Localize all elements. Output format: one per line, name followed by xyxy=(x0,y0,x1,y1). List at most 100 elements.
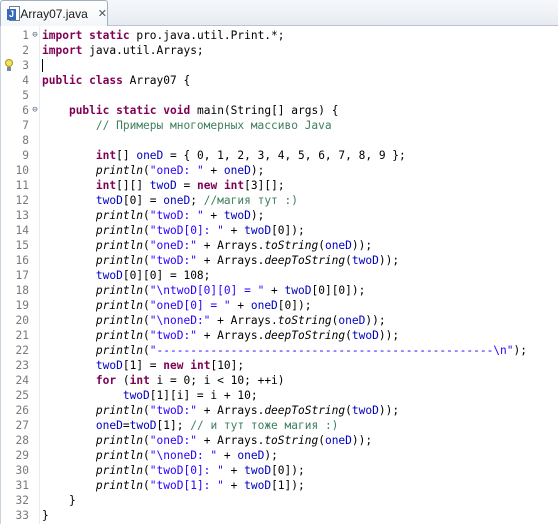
code-line[interactable]: 26 println("twoD:" + Arrays.deepToString… xyxy=(1,403,558,418)
code-text: } xyxy=(42,509,49,522)
code-line[interactable]: 12 twoD[0] = oneD; //магия тут :) xyxy=(1,193,558,208)
code-line[interactable]: 13 println("twoD: " + twoD); xyxy=(1,208,558,223)
code-text: int[] oneD = { 0, 1, 2, 3, 4, 5, 6, 7, 8… xyxy=(95,149,406,162)
editor-tab-bar: J Array07.java ✕ xyxy=(0,0,558,26)
code-text: println("twoD[0]: " + twoD[0]); xyxy=(95,224,305,237)
code-line[interactable]: 10 println("oneD: " + oneD); xyxy=(1,163,558,178)
code-editor[interactable]: 1 ⊖ import static pro.java.util.Print.*; 2 i… xyxy=(0,26,558,524)
code-line[interactable]: 25 twoD[1][i] = i + 10; xyxy=(1,388,558,403)
code-line[interactable]: 31 println("twoD[1]: " + twoD[1]); xyxy=(1,478,558,493)
line-number: 18 xyxy=(15,284,29,297)
code-line[interactable]: 16 println("twoD:" + Arrays.deepToString… xyxy=(1,253,558,268)
code-text: println("twoD:" + Arrays.deepToString(tw… xyxy=(95,254,400,267)
line-number: 4 xyxy=(22,74,29,87)
code-line[interactable]: 9 int[] oneD = { 0, 1, 2, 3, 4, 5, 6, 7,… xyxy=(1,148,558,163)
code-text: // Примеры многомерных массиво Java xyxy=(95,119,332,132)
line-number: 22 xyxy=(15,344,29,357)
line-number: 31 xyxy=(15,479,29,492)
code-line[interactable]: 18 println("\ntwoD[0][0] = " + twoD[0][0… xyxy=(1,283,558,298)
code-text: import java.util.Arrays; xyxy=(42,44,204,57)
code-line[interactable]: 24 for (int i = 0; i < 10; ++i) xyxy=(1,373,558,388)
code-text: public class Array07 { xyxy=(42,74,191,87)
code-line[interactable]: 27 oneD=twoD[1]; // и тут тоже магия :) xyxy=(1,418,558,433)
code-line[interactable]: 6 ⊖ public static void main(String[] args… xyxy=(1,103,558,118)
code-text: twoD[1] = new int[10]; xyxy=(95,359,245,372)
code-text: } xyxy=(42,494,76,507)
code-text: println("twoD[0]: " + twoD[0]); xyxy=(95,464,305,477)
code-line[interactable]: 14 println("twoD[0]: " + twoD[0]); xyxy=(1,223,558,238)
line-number: 1 xyxy=(22,29,29,42)
code-line[interactable]: 11 int[][] twoD = new int[3][]; xyxy=(1,178,558,193)
line-number: 7 xyxy=(22,119,29,132)
code-text: twoD[0][0] = 108; xyxy=(95,269,211,282)
code-text: println("twoD[1]: " + twoD[1]); xyxy=(95,479,305,492)
code-line[interactable]: 20 println("\noneD:" + Arrays.toString(o… xyxy=(1,313,558,328)
code-text: println("twoD:" + Arrays.deepToString(tw… xyxy=(95,404,400,417)
line-number: 9 xyxy=(22,149,29,162)
code-line[interactable]: 17 twoD[0][0] = 108; xyxy=(1,268,558,283)
line-number: 8 xyxy=(22,134,29,147)
line-number: 24 xyxy=(15,374,29,387)
code-line[interactable]: 29 println("\noneD: " + oneD); xyxy=(1,448,558,463)
code-text: import static pro.java.util.Print.*; xyxy=(42,29,285,42)
code-line[interactable]: 19 println("oneD[0] = " + oneD[0]); xyxy=(1,298,558,313)
code-line[interactable]: 30 println("twoD[0]: " + twoD[0]); xyxy=(1,463,558,478)
line-number: 32 xyxy=(15,494,29,507)
line-number: 11 xyxy=(15,179,29,192)
code-line[interactable]: 22 println("----------------------------… xyxy=(1,343,558,358)
code-text: int[][] twoD = new int[3][]; xyxy=(95,179,285,192)
line-number: 33 xyxy=(15,509,29,522)
line-number: 28 xyxy=(15,434,29,447)
tab-title: Array07.java xyxy=(20,6,88,21)
code-line[interactable]: 23 twoD[1] = new int[10]; xyxy=(1,358,558,373)
line-number: 26 xyxy=(15,404,29,417)
code-text: twoD[1][i] = i + 10; xyxy=(122,389,258,402)
code-line[interactable]: 32 } xyxy=(1,493,558,508)
code-text: println("\noneD: " + oneD); xyxy=(95,449,278,462)
code-text: println("oneD: " + oneD); xyxy=(95,164,265,177)
code-line[interactable]: 21 println("twoD:" + Arrays.deepToString… xyxy=(1,328,558,343)
code-line[interactable]: 1 ⊖ import static pro.java.util.Print.*; xyxy=(1,28,558,43)
code-text: twoD[0] = oneD; //магия тут :) xyxy=(95,194,298,207)
code-line[interactable]: 5 xyxy=(1,88,558,103)
code-text: println("\noneD:" + Arrays.toString(oneD… xyxy=(95,314,386,327)
line-number: 27 xyxy=(15,419,29,432)
code-text: println("oneD:" + Arrays.toString(oneD))… xyxy=(95,434,373,447)
code-line[interactable]: 2 import java.util.Arrays; xyxy=(1,43,558,58)
code-line[interactable]: 7 // Примеры многомерных массиво Java xyxy=(1,118,558,133)
line-number: 21 xyxy=(15,329,29,342)
code-line[interactable]: 28 println("oneD:" + Arrays.toString(one… xyxy=(1,433,558,448)
code-line[interactable]: 15 println("oneD:" + Arrays.toString(one… xyxy=(1,238,558,253)
line-number: 23 xyxy=(15,359,29,372)
code-text: println("twoD: " + twoD); xyxy=(95,209,265,222)
code-text: public static void main(String[] args) { xyxy=(68,104,339,117)
line-number: 3 xyxy=(22,59,29,72)
code-text: println("twoD:" + Arrays.deepToString(tw… xyxy=(95,329,400,342)
code-text: oneD=twoD[1]; // и тут тоже магия :) xyxy=(95,419,339,432)
line-number: 16 xyxy=(15,254,29,267)
line-number: 25 xyxy=(15,389,29,402)
line-number: 15 xyxy=(15,239,29,252)
code-line[interactable]: 33 xyxy=(1,58,558,73)
line-number: 30 xyxy=(15,464,29,477)
text-cursor xyxy=(42,59,43,72)
tab-array07-java[interactable]: J Array07.java ✕ xyxy=(0,0,108,26)
line-number: 13 xyxy=(15,209,29,222)
fold-toggle-icon[interactable]: ⊖ xyxy=(30,103,40,118)
line-number: 5 xyxy=(22,89,29,102)
line-number: 29 xyxy=(15,449,29,462)
code-line[interactable]: 4 public class Array07 { xyxy=(1,73,558,88)
code-text: println("oneD:" + Arrays.toString(oneD))… xyxy=(95,239,373,252)
code-line[interactable]: 33} xyxy=(1,508,558,523)
close-icon[interactable]: ✕ xyxy=(98,7,107,20)
line-number: 12 xyxy=(15,194,29,207)
line-number: 14 xyxy=(15,224,29,237)
line-number: 17 xyxy=(15,269,29,282)
line-number: 20 xyxy=(15,314,29,327)
code-line[interactable]: 8 xyxy=(1,133,558,148)
code-text: println("\ntwoD[0][0] = " + twoD[0][0]); xyxy=(95,284,366,297)
java-file-icon: J xyxy=(7,5,20,22)
line-number: 10 xyxy=(15,164,29,177)
fold-toggle-icon[interactable]: ⊖ xyxy=(30,28,40,43)
code-text: println("-------------------------------… xyxy=(95,344,527,357)
